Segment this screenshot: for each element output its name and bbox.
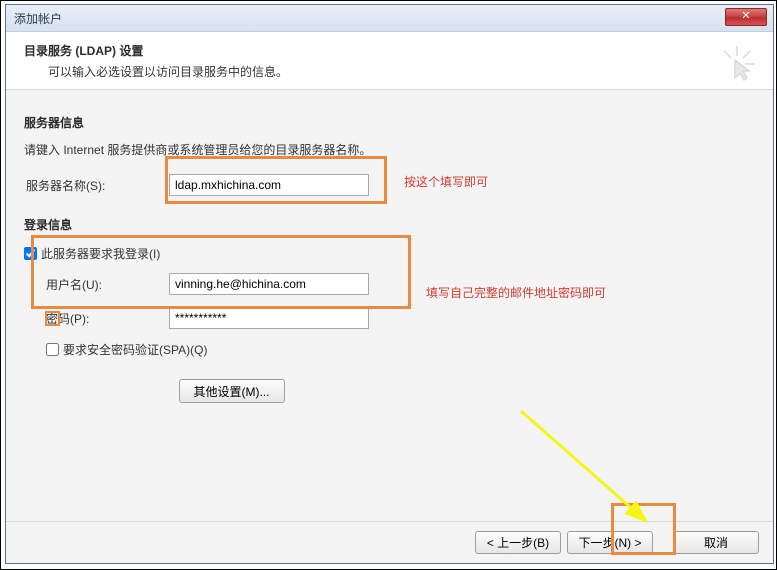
server-section-title: 服务器信息 bbox=[24, 114, 755, 131]
cancel-button[interactable]: 取消 bbox=[673, 531, 759, 554]
server-instruction: 请键入 Internet 服务提供商或系统管理员给您的目录服务器名称。 bbox=[24, 141, 755, 158]
titlebar: 添加帐户 ✕ bbox=[6, 5, 773, 32]
login-section-title: 登录信息 bbox=[24, 216, 755, 233]
require-login-checkbox[interactable] bbox=[24, 247, 37, 260]
password-label: 密码(P): bbox=[24, 310, 169, 327]
server-name-label: 服务器名称(S): bbox=[24, 177, 169, 194]
back-button[interactable]: < 上一步(B) bbox=[475, 531, 561, 554]
wizard-subtitle: 可以输入必选设置以访问目录服务中的信息。 bbox=[48, 63, 755, 80]
add-account-dialog: 添加帐户 ✕ 目录服务 (LDAP) 设置 可以输入必选设置以访问目录服务中的信… bbox=[5, 4, 774, 564]
wizard-title: 目录服务 (LDAP) 设置 bbox=[24, 42, 755, 59]
require-login-label: 此服务器要求我登录(I) bbox=[41, 245, 160, 262]
username-input[interactable] bbox=[169, 273, 369, 295]
annotation-text-login: 填写自己完整的邮件地址密码即可 bbox=[426, 284, 606, 301]
wizard-content: 服务器信息 请键入 Internet 服务提供商或系统管理员给您的目录服务器名称… bbox=[6, 90, 773, 521]
username-label: 用户名(U): bbox=[24, 276, 169, 293]
spa-label: 要求安全密码验证(SPA)(Q) bbox=[63, 341, 207, 358]
more-settings-button[interactable]: 其他设置(M)... bbox=[179, 379, 285, 403]
server-name-input[interactable] bbox=[169, 174, 369, 196]
cursor-ornament-icon bbox=[717, 44, 757, 84]
password-input[interactable] bbox=[169, 307, 369, 329]
spa-checkbox[interactable] bbox=[46, 343, 59, 356]
annotation-text-server: 按这个填写即可 bbox=[404, 173, 488, 190]
window-title: 添加帐户 bbox=[14, 10, 62, 27]
close-button[interactable]: ✕ bbox=[725, 8, 767, 26]
wizard-header: 目录服务 (LDAP) 设置 可以输入必选设置以访问目录服务中的信息。 bbox=[6, 32, 773, 90]
wizard-footer: < 上一步(B) 下一步(N) > 取消 bbox=[6, 521, 773, 563]
next-button[interactable]: 下一步(N) > bbox=[567, 531, 653, 554]
